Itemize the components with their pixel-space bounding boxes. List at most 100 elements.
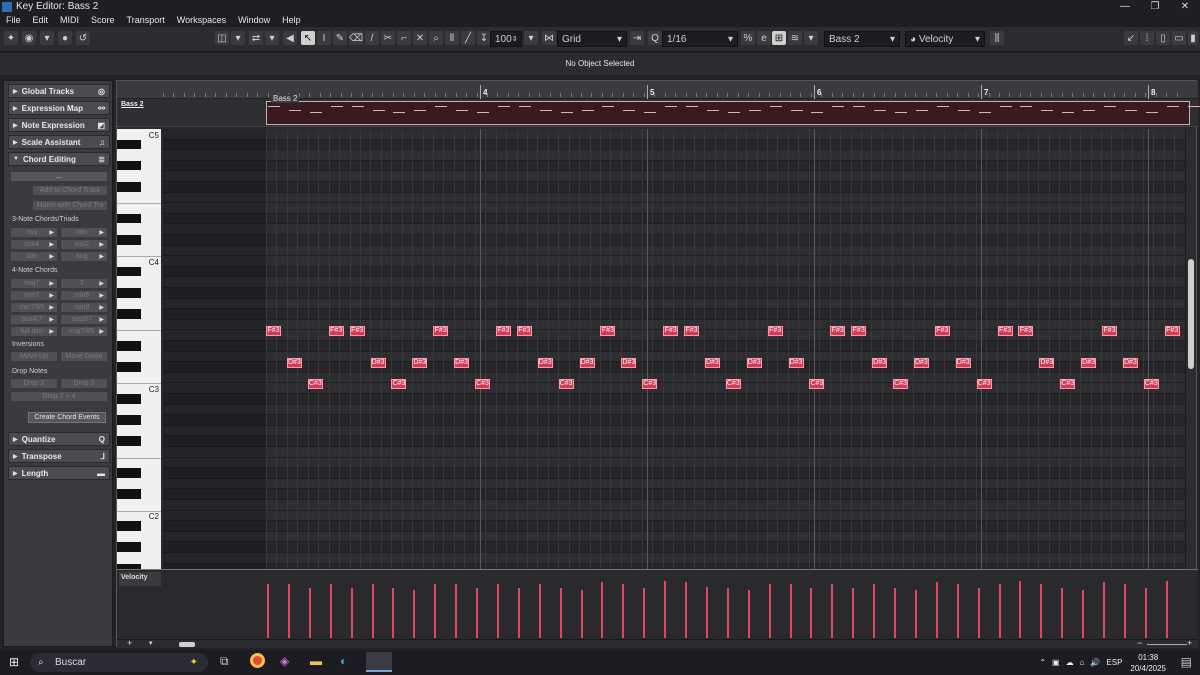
add-to-chord-track-button[interactable]: Add to Chord Track bbox=[32, 185, 108, 196]
velocity-bar[interactable] bbox=[789, 584, 792, 638]
midi-note[interactable]: C#3 bbox=[642, 379, 658, 390]
velocity-bar[interactable] bbox=[267, 584, 269, 638]
add-lane-icon[interactable]: + bbox=[127, 638, 132, 648]
chord-button-min9[interactable]: min9 ▶ bbox=[60, 302, 108, 313]
clock[interactable]: 01:38 20/4/2025 bbox=[1130, 652, 1166, 674]
midi-note[interactable]: F#3 bbox=[328, 326, 344, 337]
dropdown-icon[interactable]: ▾ bbox=[804, 31, 818, 45]
task-view-icon[interactable]: ⧉ bbox=[220, 654, 229, 669]
split-tool-icon[interactable]: ✂ bbox=[381, 31, 395, 45]
lanes-icon[interactable]: ≋ bbox=[788, 31, 802, 45]
black-key[interactable] bbox=[117, 266, 141, 277]
velocity-bar[interactable] bbox=[1103, 582, 1105, 638]
midi-note[interactable]: D#3 bbox=[412, 357, 428, 368]
section-chord-editing[interactable]: ▼ Chord Editing ≣ bbox=[8, 152, 110, 166]
midi-note[interactable]: C#3 bbox=[558, 379, 574, 390]
app-tray-icon[interactable]: ▣ bbox=[1052, 658, 1060, 667]
midi-note[interactable]: D#3 bbox=[955, 357, 971, 368]
velocity-bar[interactable] bbox=[329, 584, 332, 638]
velocity-bar[interactable] bbox=[413, 590, 416, 638]
track-select[interactable]: Bass 2 ▾ bbox=[824, 31, 900, 47]
network-icon[interactable]: ⌂ bbox=[1080, 658, 1085, 667]
select-tool-icon[interactable]: ↖ bbox=[301, 31, 315, 45]
midi-note[interactable]: C#3 bbox=[1060, 379, 1076, 390]
midi-note[interactable]: D#3 bbox=[913, 357, 929, 368]
velocity-bar[interactable] bbox=[726, 588, 729, 638]
chord-button-fulldim[interactable]: full dim ▶ bbox=[10, 326, 58, 337]
midi-note[interactable]: D#3 bbox=[1081, 357, 1097, 368]
section-note-expression[interactable]: ▶ Note Expression ◩ bbox=[8, 118, 110, 132]
midi-note[interactable]: F#3 bbox=[684, 326, 699, 337]
midi-note[interactable]: C#3 bbox=[1143, 379, 1159, 390]
file-explorer-icon[interactable]: ▬ bbox=[310, 654, 322, 668]
solo-icon[interactable]: ◉ bbox=[22, 31, 36, 45]
velocity-bar[interactable] bbox=[831, 584, 834, 638]
maximize-button[interactable]: ❐ bbox=[1140, 0, 1170, 13]
snap-icon[interactable]: ⋈ bbox=[542, 31, 556, 45]
chrome-icon[interactable] bbox=[250, 653, 265, 668]
left-zone-icon[interactable]: ▯ bbox=[1156, 31, 1170, 45]
chord-button-aug[interactable]: aug ▶ bbox=[60, 251, 108, 262]
bottom-zone-icon[interactable]: ▭ bbox=[1172, 31, 1186, 45]
velocity-bars[interactable] bbox=[163, 570, 1185, 640]
midi-note[interactable]: C#3 bbox=[809, 379, 825, 390]
chord-button-min[interactable]: min ▶ bbox=[60, 227, 108, 238]
move-up-button[interactable]: Move Up bbox=[10, 351, 58, 362]
snapshot-icon[interactable]: ◫ bbox=[215, 31, 229, 45]
snap-mode-select[interactable]: Grid ▾ bbox=[557, 31, 627, 47]
velocity-bar[interactable] bbox=[601, 582, 604, 638]
velocity-bar[interactable] bbox=[747, 590, 750, 638]
velocity-bar[interactable] bbox=[1144, 588, 1147, 638]
menu-workspaces[interactable]: Workspaces bbox=[171, 15, 232, 25]
midi-note[interactable]: C#3 bbox=[391, 379, 407, 390]
audition-icon[interactable]: ◀ bbox=[283, 31, 297, 45]
mute-tool-icon[interactable]: ✕ bbox=[413, 31, 427, 45]
velocity-icon[interactable]: ↧ bbox=[477, 31, 491, 45]
midi-note[interactable]: D#3 bbox=[788, 357, 804, 368]
midi-note[interactable]: D#3 bbox=[1122, 357, 1138, 368]
velocity-bar[interactable] bbox=[873, 584, 876, 638]
midi-note[interactable]: D#3 bbox=[621, 357, 637, 368]
black-key[interactable] bbox=[117, 309, 141, 319]
velocity-bar[interactable] bbox=[1061, 588, 1064, 638]
midi-note[interactable]: C#3 bbox=[725, 379, 741, 390]
chord-button-7[interactable]: 7 ▶ bbox=[60, 278, 108, 289]
black-key[interactable] bbox=[117, 288, 141, 298]
black-key[interactable] bbox=[117, 415, 141, 425]
black-key[interactable] bbox=[117, 436, 141, 446]
black-key[interactable] bbox=[117, 489, 141, 499]
chord-button-maj75[interactable]: maj7/#5 ▶ bbox=[60, 326, 108, 337]
midi-note[interactable]: D#3 bbox=[746, 357, 762, 368]
record-icon[interactable]: ● bbox=[58, 31, 72, 45]
velocity-bar[interactable] bbox=[434, 584, 437, 638]
section-expression-map[interactable]: ▶ Expression Map ⚯ bbox=[8, 101, 110, 115]
midi-note[interactable]: D#3 bbox=[370, 357, 386, 368]
velocity-bar[interactable] bbox=[455, 584, 458, 638]
velocity-lane[interactable]: Velocity bbox=[117, 569, 1198, 639]
section-scale-assistant[interactable]: ▶ Scale Assistant ♫ bbox=[8, 135, 110, 149]
black-key[interactable] bbox=[117, 542, 141, 552]
midi-note[interactable]: D#3 bbox=[1039, 357, 1055, 368]
chevron-up-icon[interactable]: ⌃ bbox=[1039, 658, 1046, 667]
section-global-tracks[interactable]: ▶ Global Tracks ◎ bbox=[8, 84, 110, 98]
velocity-bar[interactable] bbox=[935, 582, 938, 638]
velocity-bar[interactable] bbox=[538, 584, 541, 638]
section-length[interactable]: ▶ Length ▬ bbox=[8, 466, 110, 480]
pencil-line-icon[interactable]: ╱ bbox=[461, 31, 475, 45]
velocity-bar[interactable] bbox=[1165, 581, 1168, 638]
menu-edit[interactable]: Edit bbox=[27, 15, 55, 25]
quantize-icon[interactable]: Q bbox=[648, 31, 662, 45]
chord-button-dim[interactable]: dim ▶ bbox=[10, 251, 58, 262]
velocity-bar[interactable] bbox=[371, 584, 374, 638]
chord-button-min7b5[interactable]: min7/b5 ▶ bbox=[10, 302, 58, 313]
velocity-bar[interactable] bbox=[685, 582, 687, 638]
drop-2-button[interactable]: Drop 2 bbox=[10, 378, 58, 389]
midi-note[interactable]: D#3 bbox=[872, 357, 888, 368]
divider-icon[interactable]: ⁞ bbox=[1140, 31, 1154, 45]
dropdown-icon[interactable]: ▾ bbox=[231, 31, 245, 45]
midi-note[interactable]: C#3 bbox=[976, 379, 992, 390]
velocity-bar[interactable] bbox=[810, 588, 813, 638]
draw-tool-icon[interactable]: ✎ bbox=[333, 31, 347, 45]
minimize-button[interactable]: — bbox=[1110, 0, 1140, 13]
velocity-bar[interactable] bbox=[977, 588, 980, 638]
